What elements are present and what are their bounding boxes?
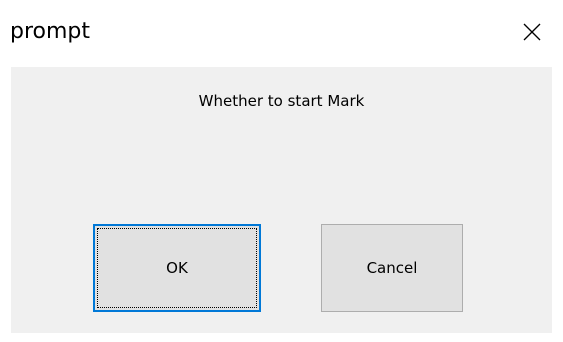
cancel-button-label: Cancel	[366, 259, 418, 277]
close-button[interactable]	[516, 16, 548, 48]
dialog-message: Whether to start Mark	[198, 92, 365, 110]
cancel-button[interactable]: Cancel	[321, 224, 463, 312]
close-icon	[523, 23, 541, 41]
ok-button[interactable]: OK	[93, 224, 261, 312]
ok-button-label: OK	[166, 259, 188, 277]
window-title: prompt	[10, 19, 91, 44]
prompt-dialog: prompt Whether to start Mark OK Cancel	[0, 0, 563, 342]
dialog-body: Whether to start Mark OK Cancel	[11, 67, 552, 333]
title-bar: prompt	[0, 0, 563, 64]
